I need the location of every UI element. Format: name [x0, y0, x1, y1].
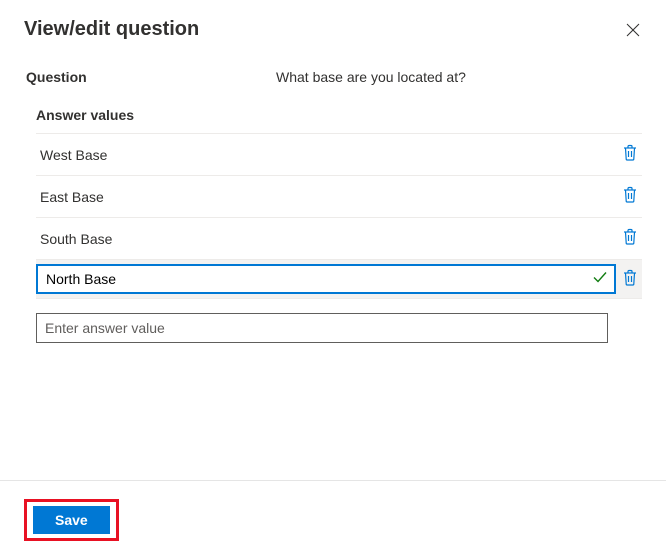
delete-answer-button[interactable] — [622, 144, 638, 165]
answer-value: West Base — [40, 147, 107, 163]
close-icon — [626, 23, 640, 40]
answer-row-editing — [36, 260, 642, 299]
answer-row: South Base — [36, 218, 642, 260]
trash-icon — [622, 269, 638, 290]
question-text: What base are you located at? — [276, 69, 466, 85]
checkmark-icon — [592, 270, 608, 289]
answer-value: South Base — [40, 231, 112, 247]
trash-icon — [622, 186, 638, 207]
answer-edit-input[interactable] — [36, 264, 616, 294]
save-button[interactable]: Save — [33, 506, 110, 534]
trash-icon — [622, 144, 638, 165]
confirm-button[interactable] — [592, 270, 608, 289]
trash-icon — [622, 228, 638, 249]
answer-row: West Base — [36, 134, 642, 176]
delete-answer-button[interactable] — [622, 228, 638, 249]
close-button[interactable] — [624, 22, 642, 40]
delete-answer-button[interactable] — [622, 269, 638, 290]
answer-value: East Base — [40, 189, 104, 205]
answer-values-header: Answer values — [36, 107, 642, 133]
save-highlight-annotation: Save — [24, 499, 119, 541]
question-label: Question — [26, 69, 276, 85]
new-answer-input[interactable] — [36, 313, 608, 343]
answer-row: East Base — [36, 176, 642, 218]
delete-answer-button[interactable] — [622, 186, 638, 207]
panel-title: View/edit question — [24, 18, 199, 41]
